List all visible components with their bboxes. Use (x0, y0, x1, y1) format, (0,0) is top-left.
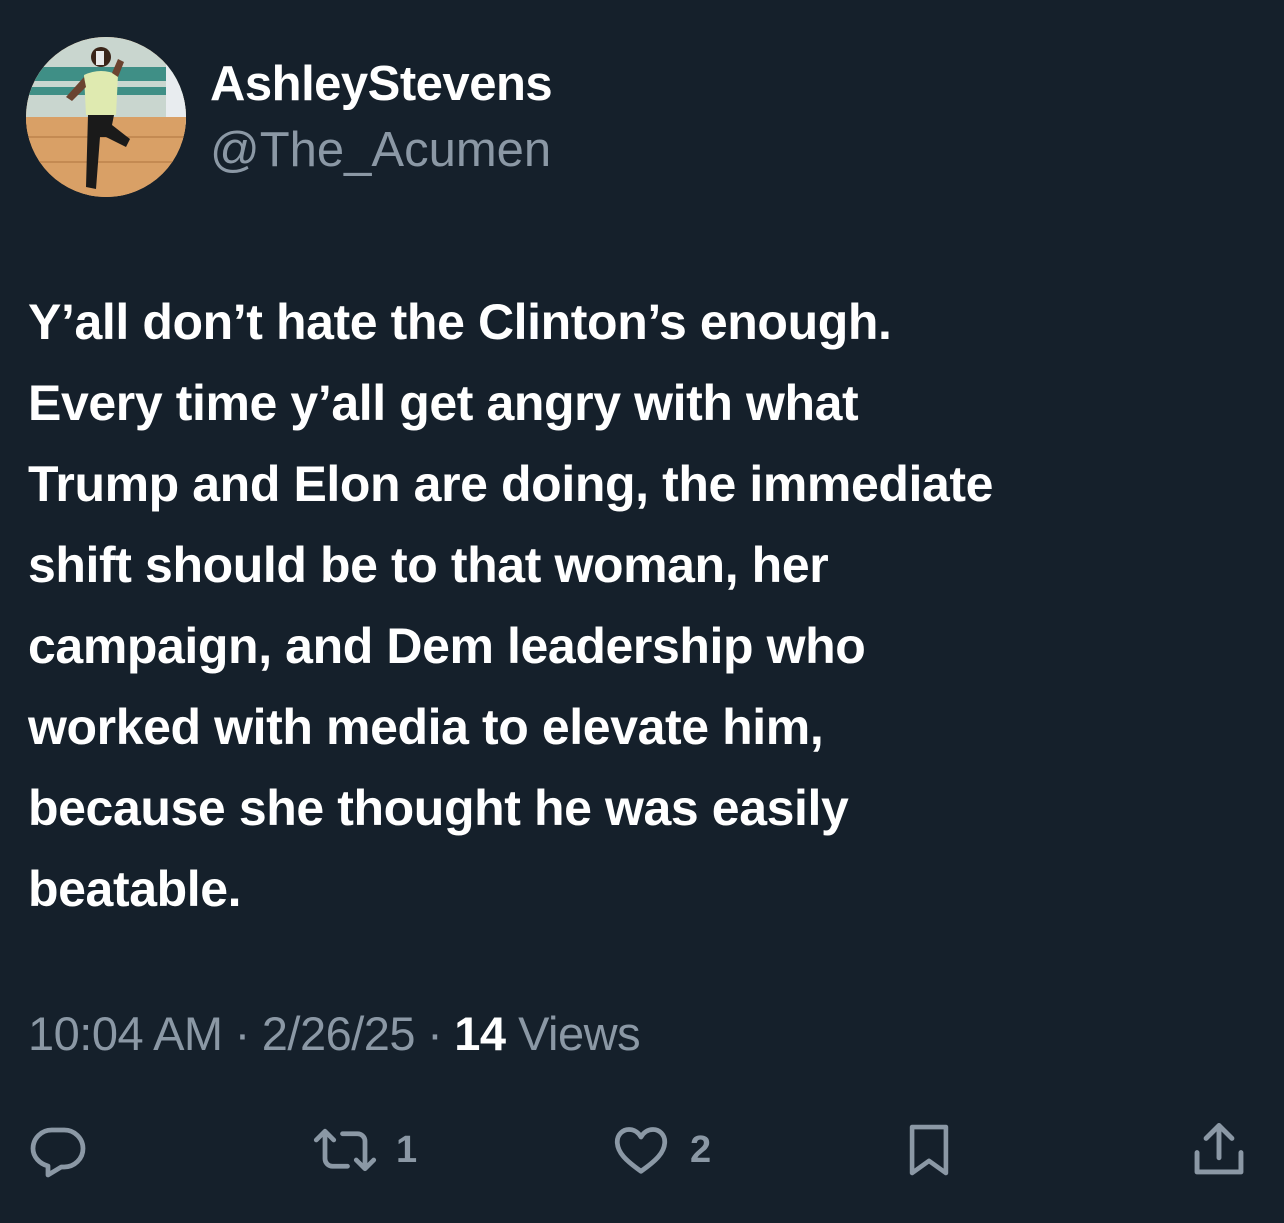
tweet-line: campaign, and Dem leadership who (28, 618, 866, 674)
tweet-line: beatable. (28, 861, 242, 917)
tweet-line: Every time y’all get angry with what (28, 375, 859, 431)
meta-separator: · (234, 1007, 251, 1060)
tweet-line: because she thought he was easily (28, 780, 849, 836)
user-handle[interactable]: @The_Acumen (210, 122, 551, 178)
tweet-line: Y’all don’t hate the Clinton’s enough. (28, 294, 892, 350)
tweet-line: worked with media to elevate him, (28, 699, 824, 755)
tweet-text: Y’all don’t hate the Clinton’s enough. E… (28, 282, 1248, 930)
tweet-line: shift should be to that woman, her (28, 537, 829, 593)
share-button[interactable] (1188, 1118, 1250, 1182)
share-icon (1194, 1123, 1244, 1175)
views-count: 14 (454, 1007, 506, 1060)
views-label: Views (518, 1007, 641, 1060)
tweet-meta: 10:04 AM · 2/26/25 · 14 Views (28, 1006, 641, 1061)
meta-separator: · (427, 1007, 443, 1060)
display-name[interactable]: AshleyStevens (210, 56, 553, 112)
bookmark-button[interactable] (900, 1118, 958, 1182)
like-button[interactable]: 2 (610, 1118, 711, 1182)
tweet-line: Trump and Elon are doing, the immediate (28, 456, 994, 512)
reply-icon (30, 1127, 86, 1178)
tweet-time[interactable]: 10:04 AM (28, 1007, 223, 1060)
avatar[interactable] (26, 37, 186, 197)
retweet-count: 1 (396, 1128, 418, 1171)
tweet-date[interactable]: 2/26/25 (262, 1007, 416, 1060)
reply-button[interactable] (28, 1118, 88, 1182)
retweet-button[interactable]: 1 (312, 1118, 417, 1182)
retweet-icon (313, 1128, 377, 1172)
like-count: 2 (690, 1128, 712, 1171)
profile-photo (26, 37, 186, 197)
bookmark-icon (909, 1124, 949, 1176)
heart-icon (614, 1127, 668, 1174)
